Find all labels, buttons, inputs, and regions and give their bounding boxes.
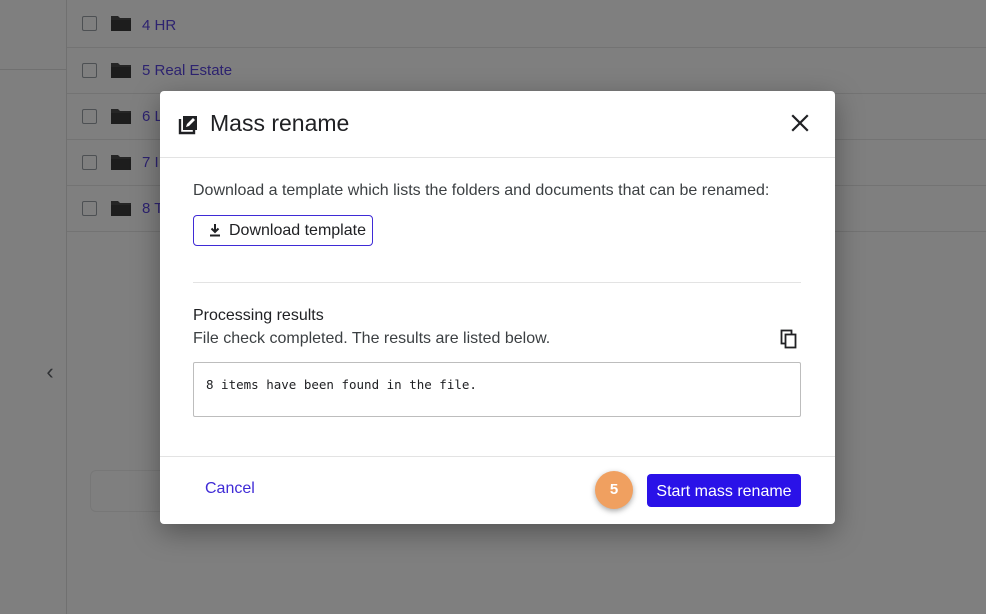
start-mass-rename-button[interactable]: Start mass rename [647,474,801,507]
close-icon[interactable] [788,111,812,135]
download-icon [210,224,220,237]
cancel-button[interactable]: Cancel [205,480,255,498]
dialog-title: Mass rename [210,110,350,136]
edit-note-icon [178,116,197,135]
dialog-header: Mass rename [160,91,835,158]
download-instructions: Download a template which lists the fold… [193,182,770,199]
results-subtitle: File check completed. The results are li… [193,330,551,347]
section-divider [193,282,801,283]
footer-divider [160,456,835,457]
results-text: 8 items have been found in the file. [206,377,477,392]
download-template-label: Download template [229,222,366,239]
results-output[interactable]: 8 items have been found in the file. [193,362,801,417]
step-badge: 5 [595,471,633,509]
copy-icon[interactable] [780,329,798,349]
download-template-button[interactable]: Download template [193,215,373,246]
mass-rename-dialog: Mass rename Download a template which li… [160,91,835,524]
results-title: Processing results [193,307,324,324]
